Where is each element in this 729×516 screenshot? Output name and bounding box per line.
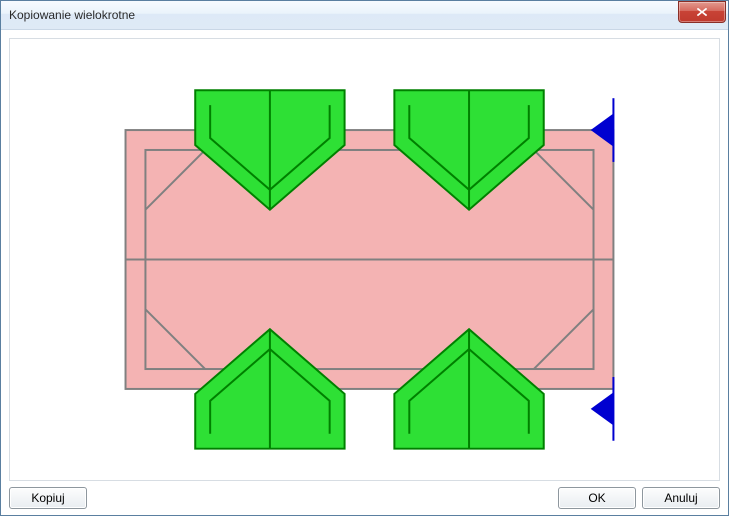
preview-svg [16, 45, 713, 474]
title-bar: Kopiowanie wielokrotne [1, 1, 728, 30]
preview-frame [9, 38, 720, 481]
close-button[interactable] [678, 1, 726, 23]
dialog-window: Kopiowanie wielokrotne [0, 0, 729, 516]
close-icon [696, 7, 708, 17]
window-title: Kopiowanie wielokrotne [9, 1, 678, 29]
copy-button[interactable]: Kopiuj [9, 487, 87, 509]
cancel-button[interactable]: Anuluj [642, 487, 720, 509]
client-area: Kopiuj OK Anuluj [1, 30, 728, 515]
button-row: Kopiuj OK Anuluj [7, 485, 722, 509]
ok-button[interactable]: OK [558, 487, 636, 509]
preview-canvas [16, 45, 713, 474]
